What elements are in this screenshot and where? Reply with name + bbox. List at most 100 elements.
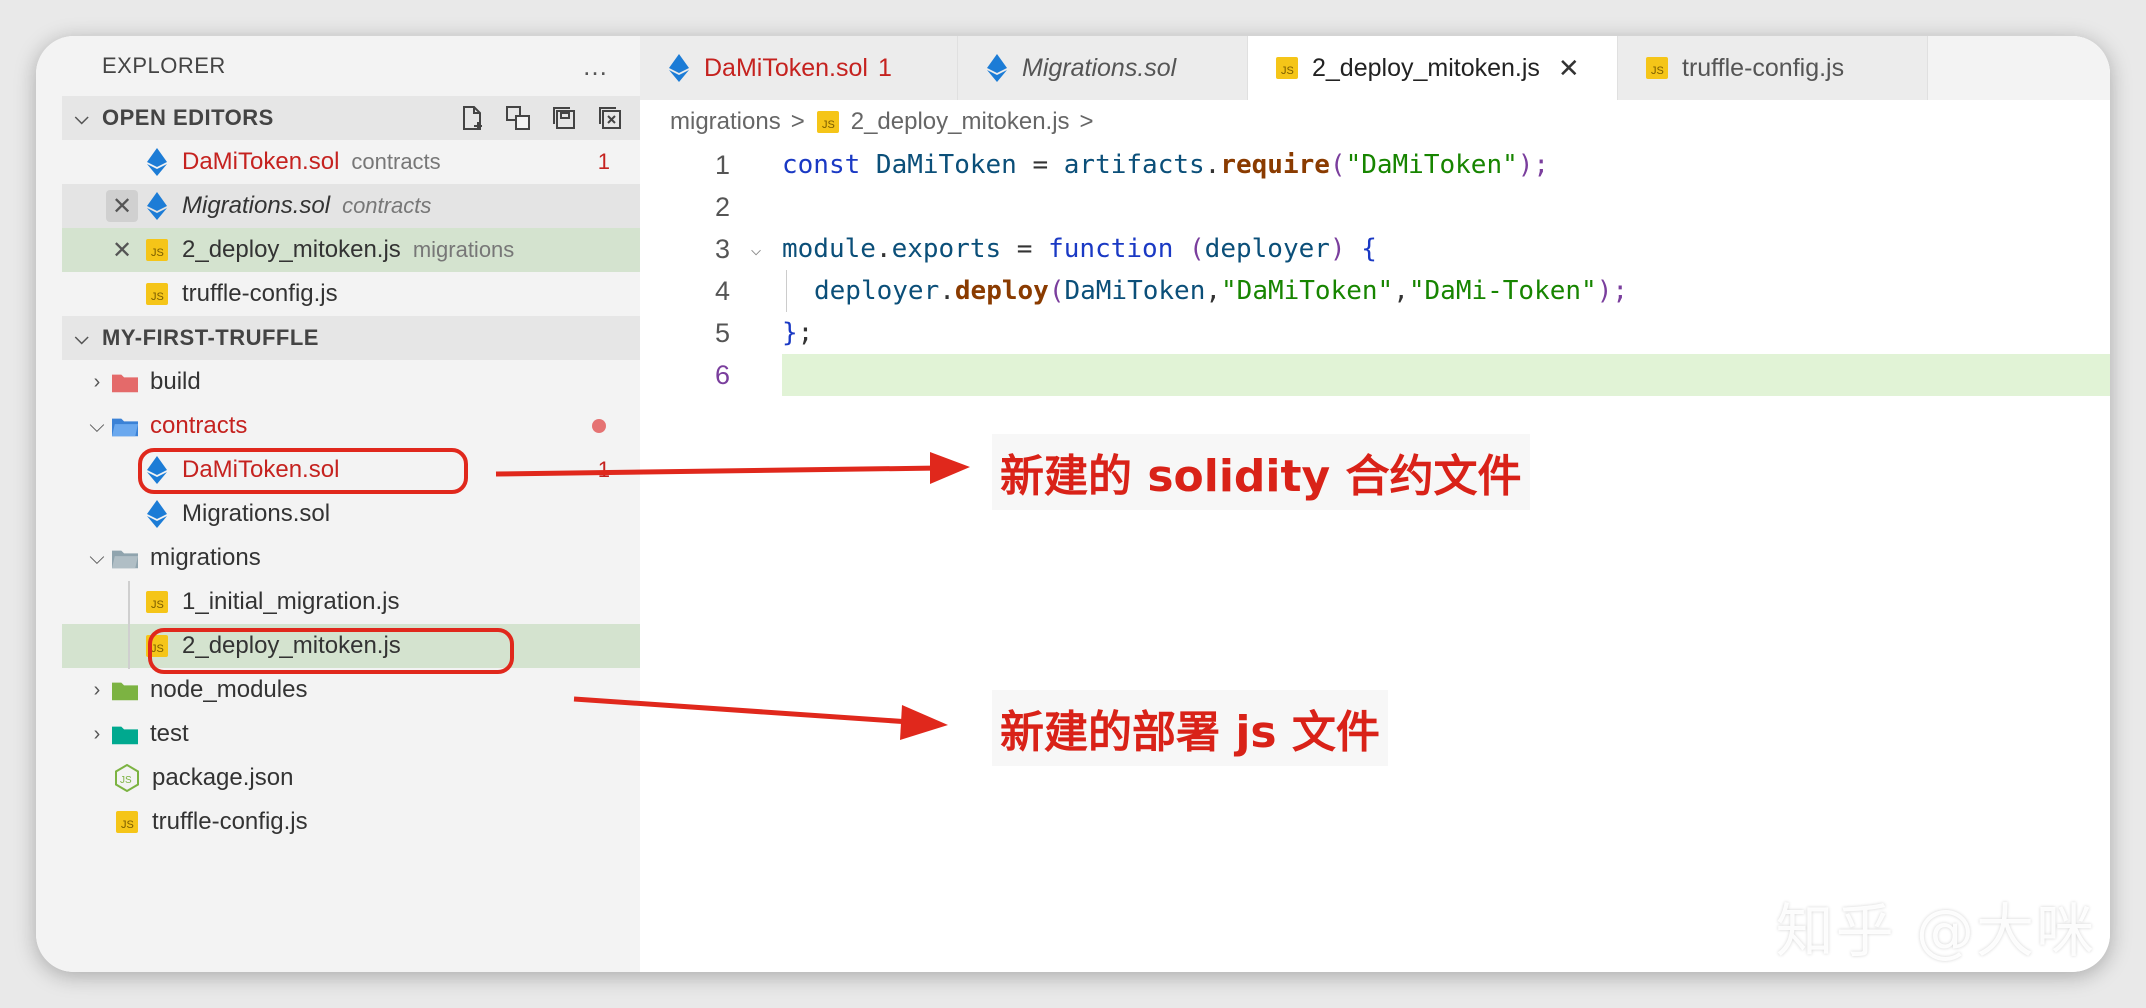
tree-file-initial-migration[interactable]: JS 1_initial_migration.js: [62, 580, 640, 624]
code-line[interactable]: 3 ⌵ module.exports = function (deployer)…: [640, 228, 2110, 270]
tree-file-deploy-mitoken[interactable]: JS 2_deploy_mitoken.js: [62, 624, 640, 668]
code-text: };: [782, 318, 814, 348]
ethereum-icon: [144, 148, 170, 176]
tree-item-label: migrations: [150, 544, 261, 571]
folder-build-icon: [112, 368, 138, 396]
close-tab-icon[interactable]: ✕: [1558, 53, 1580, 84]
code-text: const DaMiToken = artifacts.require("DaM…: [782, 150, 1550, 180]
chevron-right-icon: ›: [93, 370, 101, 393]
tab-deploy-mitoken[interactable]: JS 2_deploy_mitoken.js ✕: [1248, 36, 1618, 100]
indent-guide: [786, 270, 787, 312]
js-file-icon: JS: [144, 236, 170, 264]
tree-item-label: build: [150, 368, 201, 395]
code-line[interactable]: 2: [640, 186, 2110, 228]
problem-count-badge: 1: [597, 457, 610, 482]
toggle-vertical-layout-icon[interactable]: [502, 102, 534, 134]
tree-item-label: node_modules: [150, 676, 308, 703]
svg-text:JS: JS: [121, 819, 134, 831]
code-line[interactable]: 4 deployer.deploy(DaMiToken,"DaMiToken",…: [640, 270, 2110, 312]
tree-item-label: Migrations.sol: [182, 500, 331, 527]
js-file-icon: JS: [1274, 54, 1300, 82]
line-number: 2: [714, 191, 730, 222]
svg-text:JS: JS: [120, 775, 132, 786]
close-icon[interactable]: ✕: [106, 234, 138, 266]
ethereum-icon: [144, 456, 170, 484]
chevron-down-icon[interactable]: ⌵: [62, 328, 102, 349]
tree-file-truffle-config[interactable]: JS truffle-config.js: [62, 800, 640, 844]
chevron-down-icon[interactable]: ⌵: [62, 108, 102, 129]
current-line-highlight: [782, 354, 2110, 396]
tab-migrations[interactable]: Migrations.sol: [958, 36, 1248, 100]
tab-damitoken[interactable]: DaMiToken.sol 1: [640, 36, 958, 100]
breadcrumb-folder[interactable]: migrations: [670, 108, 781, 136]
line-number: 6: [714, 359, 730, 390]
watermark: 知乎 @大咪: [1775, 897, 2096, 965]
project-label: MY-FIRST-TRUFFLE: [102, 325, 319, 350]
open-editor-truffle-config[interactable]: JS truffle-config.js: [62, 272, 640, 316]
tree-item-label: 1_initial_migration.js: [182, 588, 400, 615]
ethereum-icon: [984, 54, 1010, 82]
explorer-header: EXPLORER …: [62, 36, 640, 96]
close-icon[interactable]: ✕: [106, 190, 138, 222]
breadcrumb-file[interactable]: 2_deploy_mitoken.js: [851, 108, 1070, 136]
ethereum-icon: [144, 192, 170, 220]
tree-item-label: truffle-config.js: [152, 808, 308, 835]
js-file-icon: JS: [144, 588, 170, 616]
breadcrumb-separator: >: [790, 108, 805, 135]
open-editor-name: DaMiToken.sol: [182, 148, 340, 175]
chevron-right-icon: ›: [93, 722, 101, 745]
tree-file-migrations-sol[interactable]: Migrations.sol: [62, 492, 640, 536]
js-file-icon: JS: [114, 808, 140, 836]
js-file-icon: JS: [1644, 54, 1670, 82]
close-all-editors-icon[interactable]: [594, 102, 626, 134]
open-editor-deploy[interactable]: ✕ JS 2_deploy_mitoken.js migrations: [62, 228, 640, 272]
tree-item-label: package.json: [152, 764, 294, 791]
line-number: 1: [714, 149, 730, 180]
code-text: deployer.deploy(DaMiToken,"DaMiToken","D…: [814, 276, 1629, 306]
tab-truffle-config[interactable]: JS truffle-config.js: [1618, 36, 1928, 100]
code-text: module.exports = function (deployer) {: [782, 234, 1377, 264]
svg-text:JS: JS: [151, 643, 164, 655]
folder-node-icon: [112, 676, 138, 704]
code-line[interactable]: 5 };: [640, 312, 2110, 354]
tree-item-label: 2_deploy_mitoken.js: [182, 632, 401, 659]
nodejs-icon: JS: [114, 764, 140, 792]
open-editor-desc: contracts: [351, 149, 441, 174]
svg-text:JS: JS: [151, 247, 164, 259]
tree-folder-contracts[interactable]: ⌵ contracts: [62, 404, 640, 448]
open-editors-label: OPEN EDITORS: [102, 105, 274, 130]
annotation-sol: 新建的 solidity 合约文件: [992, 434, 1530, 510]
tree-folder-node-modules[interactable]: › node_modules: [62, 668, 640, 712]
more-actions-icon[interactable]: …: [582, 51, 610, 82]
code-editor[interactable]: 1 const DaMiToken = artifacts.require("D…: [640, 144, 2110, 396]
tree-file-damitoken[interactable]: DaMiToken.sol 1: [62, 448, 640, 492]
folder-test-icon: [112, 720, 138, 748]
tree-file-package-json[interactable]: JS package.json: [62, 756, 640, 800]
svg-text:JS: JS: [151, 291, 164, 303]
tab-label: Migrations.sol: [1022, 53, 1177, 82]
problem-count-badge: 1: [597, 149, 610, 174]
tree-folder-build[interactable]: › build: [62, 360, 640, 404]
tree-folder-migrations[interactable]: ⌵ migrations: [62, 536, 640, 580]
open-editor-desc: migrations: [412, 237, 515, 262]
code-line-current[interactable]: 6: [640, 354, 2110, 396]
svg-text:JS: JS: [1281, 65, 1294, 77]
svg-text:JS: JS: [822, 119, 835, 131]
tab-bar: DaMiToken.sol 1 Migrations.sol JS 2_depl…: [640, 36, 2110, 100]
open-editors-header[interactable]: ⌵ OPEN EDITORS: [62, 96, 640, 140]
code-line[interactable]: 1 const DaMiToken = artifacts.require("D…: [640, 144, 2110, 186]
chevron-right-icon: ›: [93, 678, 101, 701]
save-all-icon[interactable]: [548, 102, 580, 134]
new-untitled-file-icon[interactable]: [456, 102, 488, 134]
ethereum-icon: [666, 54, 692, 82]
tree-folder-test[interactable]: › test: [62, 712, 640, 756]
open-editor-damitoken[interactable]: DaMiToken.sol contracts 1: [62, 140, 640, 184]
project-header[interactable]: ⌵ MY-FIRST-TRUFFLE: [62, 316, 640, 360]
js-file-icon: JS: [144, 632, 170, 660]
fold-chevron-icon[interactable]: ⌵: [730, 239, 782, 260]
open-editor-migrations[interactable]: ✕ Migrations.sol contracts: [62, 184, 640, 228]
tab-label: truffle-config.js: [1682, 53, 1845, 82]
chevron-down-icon: ⌵: [89, 414, 105, 437]
annotation-js: 新建的部署 js 文件: [992, 690, 1388, 766]
tree-item-label: DaMiToken.sol: [182, 456, 340, 483]
